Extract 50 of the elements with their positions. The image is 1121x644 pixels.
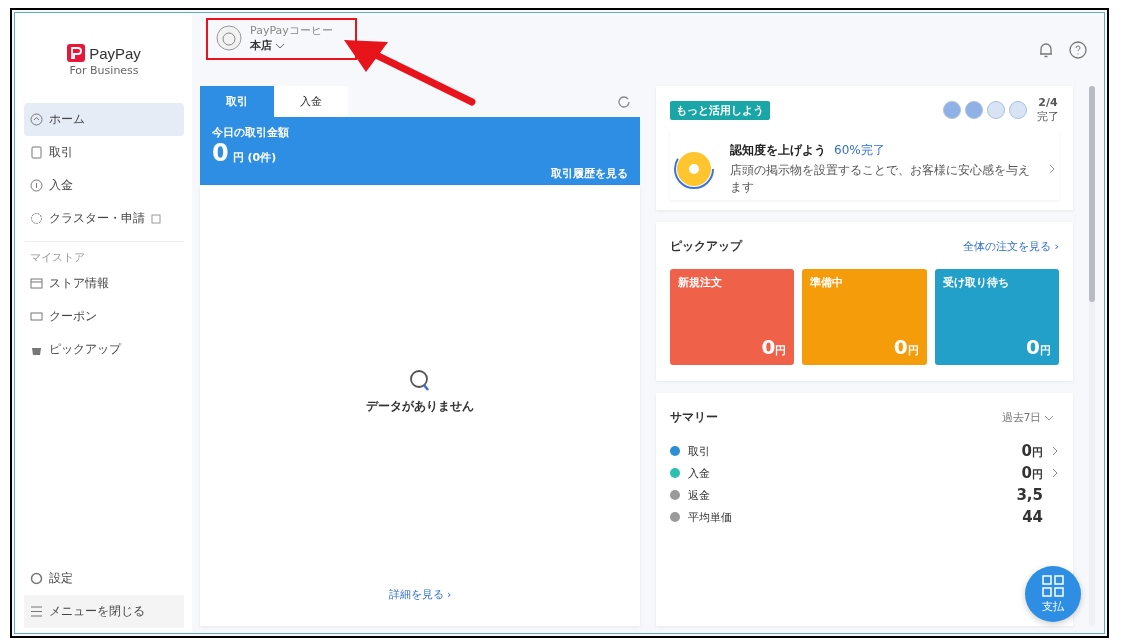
store-icon [30,277,43,290]
sidebar-item[interactable]: ホーム [24,103,184,136]
summary-label: 返金 [688,487,710,503]
caret-icon [1045,416,1053,421]
tab[interactable]: 入金 [274,86,348,117]
menu-icon [30,605,43,618]
onboarding-task[interactable]: 認知度を上げよう 60%完了 店頭の掲示物を設置することで、お客様に安心感を与えます [670,132,1059,200]
task-title: 認知度を上げよう [730,142,826,159]
qr-code-icon [1042,574,1064,597]
summary-value: 3,5 [1016,486,1043,504]
target-icon [674,149,714,189]
details-link[interactable]: 詳細を見る › [388,587,452,602]
sidebar-item[interactable]: クーポン [24,300,184,333]
notification-bell-icon[interactable] [1037,41,1055,59]
sales-amount: 0 円 (0件) [212,140,278,167]
chevron-icon[interactable] [1051,468,1059,478]
store-selector[interactable]: PayPayコーヒー 本店 [206,18,357,60]
card-title: ピックアップ [670,238,742,255]
summary-value: 44 [1022,508,1043,526]
collapse-menu-button[interactable]: メニューを閉じる [24,595,184,628]
period-dropdown[interactable]: 過去7日 [995,409,1059,426]
logo-icon [67,44,86,62]
sidebar-item[interactable]: 取引 [24,136,184,169]
summary-label: 入金 [688,465,710,481]
section-label: マイストア [29,250,86,266]
sales-caption: 今日の取引金額 [212,125,290,140]
all-orders-link[interactable]: 全体の注文を見る › [963,239,1059,254]
logo-text: PayPay [89,44,141,62]
sidebar-item[interactable]: クラスター・申請 [24,202,184,235]
progress-link[interactable]: 60%完了 [834,142,885,159]
card-title: サマリー [670,409,718,426]
sidebar-item[interactable]: 入金 [24,169,184,202]
sidebar-item[interactable]: ストア情報 [24,267,184,300]
avatar-icon [216,25,242,51]
promo-badge: もっと活用しよう [670,100,770,120]
refresh-icon[interactable] [618,95,630,108]
summary-label: 取引 [688,443,710,459]
logo-subtitle: For Business [69,64,139,77]
summary-label: 平均単価 [688,509,732,525]
sidebar-item[interactable]: ピックアップ [24,333,184,366]
help-icon[interactable] [1069,41,1087,59]
settings-item[interactable]: 設定 [24,562,184,595]
progress-label: 完了 [1037,109,1059,124]
progress-count: 2/4 [1038,96,1058,109]
summary-value: 0円 [1021,464,1043,482]
summary-value: 0円 [1021,442,1043,460]
chevron-icon[interactable] [1051,446,1059,456]
chevron-icon [1049,164,1055,174]
caret-icon [275,44,284,49]
empty-message: データがありません [366,397,474,415]
